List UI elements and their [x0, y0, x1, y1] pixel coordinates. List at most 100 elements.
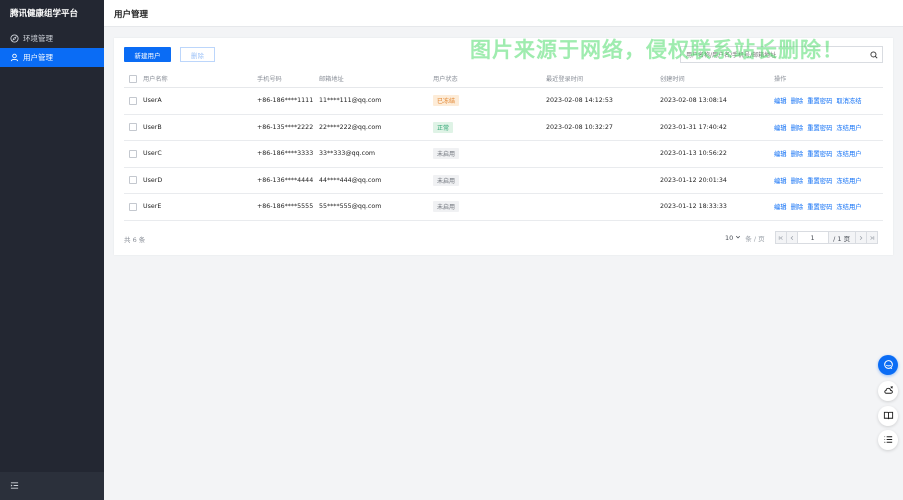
user-email: 44****444@qq.com	[319, 176, 382, 184]
app-title: 腾讯健康组学平台	[10, 9, 79, 19]
headset-icon	[883, 359, 894, 372]
edit-link[interactable]: 编辑	[774, 123, 787, 132]
page-header: 用户管理	[104, 0, 903, 27]
list-button[interactable]	[878, 430, 898, 450]
reset-password-link[interactable]: 重置密码	[807, 202, 832, 211]
column-header-status: 用户状态	[433, 76, 458, 83]
created-time: 2023-01-12 20:01:34	[660, 176, 727, 184]
row-checkbox[interactable]	[129, 176, 137, 185]
column-header-phone: 手机号码	[257, 76, 282, 83]
last-login-time: 2023-02-08 10:32:27	[546, 123, 613, 131]
table-row: UserE +86-186****5555 55****555@qq.com 未…	[124, 194, 883, 221]
row-checkbox[interactable]	[129, 149, 137, 158]
delete-link[interactable]: 删除	[791, 123, 804, 132]
docs-button[interactable]	[878, 406, 898, 426]
table-header: 用户名称 手机号码 邮箱地址 用户状态 最近登录时间 创建时间 操作	[124, 70, 883, 88]
status-badge: 已冻结	[433, 95, 460, 107]
column-header-actions: 操作	[774, 76, 787, 83]
created-time: 2023-01-31 17:40:42	[660, 123, 727, 131]
delete-link[interactable]: 删除	[791, 176, 804, 185]
reset-password-link[interactable]: 重置密码	[807, 96, 832, 105]
watermark: 图片来源于网络，侵权联系站长删除！	[470, 38, 844, 62]
sidebar-footer	[0, 472, 104, 500]
user-table-card: 新建用户 删除 用户名称 手机号码 邮箱地址 用户状态 最近登录时间 创建时间 …	[114, 38, 893, 255]
status-cell: 已冻结	[433, 95, 460, 107]
page-size-value: 10	[725, 233, 734, 242]
add-user-button[interactable]: 新建用户	[124, 47, 171, 62]
pagination: 10 条 / 页 1 / 1 页	[725, 231, 878, 244]
sidebar-item-label: 用户管理	[23, 53, 53, 62]
user-name: UserD	[143, 176, 163, 184]
last-login-time: 2023-02-08 14:12:53	[546, 97, 613, 105]
support-button[interactable]	[878, 355, 898, 375]
status-cell: 未启用	[433, 201, 460, 213]
last-page-button[interactable]	[865, 231, 878, 244]
sidebar-item-label: 环境管理	[23, 34, 53, 43]
page-title: 用户管理	[114, 10, 149, 20]
user-icon	[10, 53, 19, 62]
delete-link[interactable]: 删除	[791, 96, 804, 105]
sidebar-item-environment[interactable]: 环境管理	[0, 29, 104, 48]
table-row: UserA +86-186****1111 11****111@qq.com 已…	[124, 88, 883, 115]
column-header-name: 用户名称	[143, 76, 168, 83]
status-badge: 未启用	[433, 201, 460, 213]
user-table: 用户名称 手机号码 邮箱地址 用户状态 最近登录时间 创建时间 操作 UserA…	[124, 70, 883, 221]
user-name: UserC	[143, 150, 162, 158]
delete-link[interactable]: 删除	[791, 202, 804, 211]
freeze-link[interactable]: 冻结用户	[836, 202, 861, 211]
created-time: 2023-01-12 18:33:33	[660, 203, 727, 211]
freeze-link[interactable]: 冻结用户	[836, 123, 861, 132]
user-email: 55****555@qq.com	[319, 203, 382, 211]
table-row: UserD +86-136****4444 44****444@qq.com 未…	[124, 168, 883, 194]
total-count: 共 6 条	[124, 236, 146, 244]
row-checkbox[interactable]	[129, 202, 137, 211]
cloud-icon	[883, 385, 894, 398]
list-icon	[883, 434, 894, 447]
user-name: UserA	[143, 97, 162, 105]
user-email: 33**333@qq.com	[319, 150, 376, 158]
first-page-icon	[778, 235, 783, 240]
delete-link[interactable]: 删除	[791, 149, 804, 158]
status-cell: 未启用	[433, 174, 460, 186]
reset-password-link[interactable]: 重置密码	[807, 176, 832, 185]
status-badge: 未启用	[433, 174, 460, 186]
row-actions: 编辑 删除 重置密码 冻结用户	[774, 123, 862, 132]
row-checkbox[interactable]	[129, 96, 137, 105]
compass-icon	[10, 34, 19, 43]
user-name: UserE	[143, 203, 162, 211]
unfreeze-link[interactable]: 取消冻结	[836, 96, 861, 105]
cloud-button[interactable]	[878, 381, 898, 401]
user-name: UserB	[143, 123, 162, 131]
chevron-down-icon	[735, 234, 741, 242]
status-cell: 未启用	[433, 148, 460, 160]
sidebar-item-users[interactable]: 用户管理	[0, 48, 104, 67]
page-size-unit: 条 / 页	[745, 234, 765, 243]
select-all-checkbox[interactable]	[129, 74, 137, 83]
row-checkbox[interactable]	[129, 123, 137, 132]
reset-password-link[interactable]: 重置密码	[807, 149, 832, 158]
menu-fold-icon[interactable]	[10, 481, 19, 492]
row-actions: 编辑 删除 重置密码 冻结用户	[774, 149, 862, 158]
edit-link[interactable]: 编辑	[774, 149, 787, 158]
edit-link[interactable]: 编辑	[774, 176, 787, 185]
page-size-select[interactable]: 10	[725, 234, 741, 242]
chevron-right-icon	[859, 235, 863, 240]
freeze-link[interactable]: 冻结用户	[836, 176, 861, 185]
freeze-link[interactable]: 冻结用户	[836, 149, 861, 158]
chevron-left-icon	[790, 235, 793, 240]
edit-link[interactable]: 编辑	[774, 202, 787, 211]
total-pages: / 1 页	[827, 231, 856, 244]
column-header-created: 创建时间	[660, 76, 685, 83]
created-time: 2023-02-08 13:08:14	[660, 97, 727, 105]
user-email: 11****111@qq.com	[319, 97, 382, 105]
user-phone: +86-136****4444	[257, 176, 314, 184]
edit-link[interactable]: 编辑	[774, 96, 787, 105]
status-badge: 未启用	[433, 148, 460, 160]
status-cell: 正常	[433, 121, 454, 133]
user-phone: +86-186****5555	[257, 203, 314, 211]
reset-password-link[interactable]: 重置密码	[807, 123, 832, 132]
delete-button[interactable]: 删除	[180, 47, 215, 62]
user-phone: +86-186****1111	[257, 97, 314, 105]
page-jump-input[interactable]: 1	[796, 231, 829, 244]
search-icon[interactable]	[870, 51, 878, 59]
